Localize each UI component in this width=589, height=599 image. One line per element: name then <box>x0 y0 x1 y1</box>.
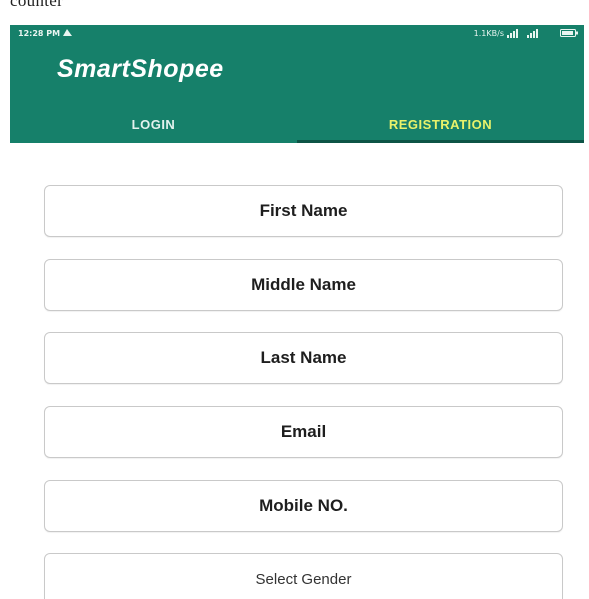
mobile-field[interactable] <box>44 480 563 532</box>
signal-4g-icon <box>527 29 538 38</box>
gender-select-label: Select Gender <box>255 570 352 588</box>
tab-registration[interactable]: REGISTRATION <box>297 105 584 143</box>
signal-icon <box>507 29 518 38</box>
mobile-input[interactable] <box>45 480 562 532</box>
middle-name-field[interactable] <box>44 259 563 311</box>
middle-name-input[interactable] <box>45 259 562 311</box>
gender-select[interactable]: Select Gender <box>44 553 563 599</box>
last-name-input[interactable] <box>45 332 562 384</box>
network-speed: 1.1KB/s <box>473 29 504 38</box>
app-title: SmartShopee <box>57 55 224 83</box>
tab-selected-indicator <box>297 140 584 143</box>
email-field[interactable] <box>44 406 563 458</box>
status-bar: 12:28 PM 1.1KB/s <box>10 25 584 41</box>
screen: counter 12:28 PM 1.1KB/s SmartShopee LOG… <box>0 0 589 599</box>
last-name-field[interactable] <box>44 332 563 384</box>
first-name-field[interactable] <box>44 185 563 237</box>
tab-login[interactable]: LOGIN <box>10 105 297 143</box>
first-name-input[interactable] <box>45 185 562 237</box>
notification-icon <box>63 29 72 36</box>
status-time: 12:28 PM <box>18 29 61 38</box>
cropped-caption: counter <box>10 0 64 10</box>
app-header: 12:28 PM 1.1KB/s SmartShopee LOGIN REGIS… <box>10 25 584 143</box>
email-input[interactable] <box>45 406 562 458</box>
battery-icon <box>560 29 578 37</box>
